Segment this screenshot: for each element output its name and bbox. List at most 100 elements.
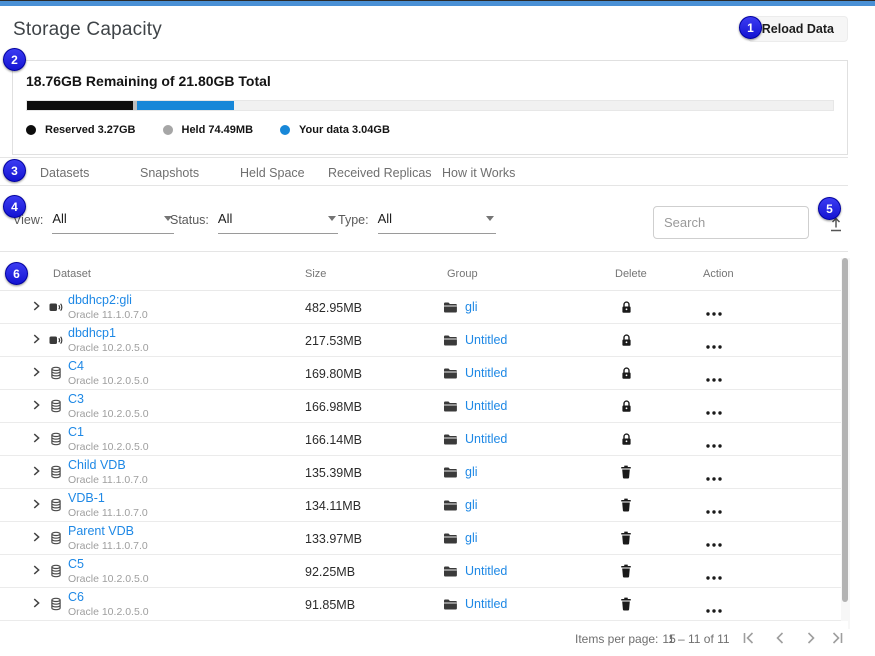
tab-label: Held Space — [240, 166, 305, 180]
filter-bar: View: All Status: All Type: All — [0, 187, 848, 252]
filter-dropdown[interactable]: All — [378, 211, 496, 234]
filter-selected-value: All — [52, 211, 66, 226]
reload-data-button[interactable]: Reload Data — [748, 16, 848, 42]
dataset-type-icon-cell — [48, 431, 64, 447]
expand-row-button[interactable] — [29, 563, 43, 582]
group-name-link[interactable]: gli — [465, 300, 478, 314]
group-cell: gli — [443, 531, 478, 545]
lock-icon — [620, 432, 633, 447]
group-name-link[interactable]: Untitled — [465, 432, 507, 446]
more-horiz-icon — [705, 575, 723, 581]
column-header-dataset: Dataset — [53, 268, 91, 280]
dataset-version: Oracle 10.2.0.5.0 — [68, 442, 149, 453]
more-horiz-icon — [705, 344, 723, 350]
callout-badge-3: 3 — [3, 159, 26, 182]
tab-datasets[interactable]: Datasets — [40, 166, 89, 180]
chevron-right-icon — [29, 530, 43, 544]
expand-row-button[interactable] — [29, 299, 43, 318]
trash-icon[interactable] — [620, 498, 632, 512]
row-actions-button[interactable] — [705, 403, 723, 421]
dataset-type-icon-cell — [48, 530, 64, 546]
group-name-link[interactable]: gli — [465, 465, 478, 479]
more-horiz-icon — [705, 509, 723, 515]
row-actions-button[interactable] — [705, 502, 723, 520]
expand-row-button[interactable] — [29, 431, 43, 450]
capacity-legend: Reserved 3.27GB Held 74.49MB Your data 3… — [26, 124, 834, 136]
group-name-link[interactable]: Untitled — [465, 366, 507, 380]
expand-row-button[interactable] — [29, 464, 43, 483]
database-icon — [48, 497, 64, 513]
expand-row-button[interactable] — [29, 398, 43, 417]
first-page-button[interactable] — [740, 629, 758, 647]
row-actions-button[interactable] — [705, 337, 723, 355]
dataset-name-link[interactable]: C3 — [68, 393, 149, 406]
row-actions-button[interactable] — [705, 568, 723, 586]
group-name-link[interactable]: Untitled — [465, 399, 507, 413]
expand-row-button[interactable] — [29, 530, 43, 549]
tab-received-replicas[interactable]: Received Replicas — [328, 166, 432, 180]
dataset-name-link[interactable]: C5 — [68, 558, 149, 571]
group-name-link[interactable]: gli — [465, 531, 478, 545]
previous-page-button[interactable] — [771, 629, 789, 647]
dataset-name-link[interactable]: VDB-1 — [68, 492, 148, 505]
trash-icon[interactable] — [620, 597, 632, 611]
row-actions-button[interactable] — [705, 469, 723, 487]
dataset-name-link[interactable]: dbdhcp2:gli — [68, 294, 148, 307]
search-input[interactable] — [653, 206, 809, 239]
folder-icon — [443, 466, 458, 479]
dataset-type-icon-cell — [48, 563, 64, 579]
column-header-delete: Delete — [615, 268, 647, 280]
first-page-icon — [740, 629, 758, 647]
legend-item: Reserved 3.27GB — [26, 124, 136, 136]
dataset-name-link[interactable]: C4 — [68, 360, 149, 373]
legend-dot-icon — [163, 125, 173, 135]
filter-label: Status: — [170, 213, 209, 234]
dataset-name-cell: dbdhcp2:gli Oracle 11.1.0.7.0 — [68, 294, 148, 320]
table-header: DatasetSizeGroupDeleteAction — [0, 258, 843, 291]
filter-dropdown[interactable]: All — [52, 211, 174, 234]
dataset-version: Oracle 10.2.0.5.0 — [68, 409, 149, 420]
row-actions-button[interactable] — [705, 535, 723, 553]
trash-icon[interactable] — [620, 531, 632, 545]
row-actions-button[interactable] — [705, 304, 723, 322]
tab-held-space[interactable]: Held Space — [240, 166, 305, 180]
tab-snapshots[interactable]: Snapshots — [140, 166, 199, 180]
table-row: C3 Oracle 10.2.0.5.0 166.98MB Untitled — [0, 390, 843, 423]
dataset-name-cell: C4 Oracle 10.2.0.5.0 — [68, 360, 149, 386]
next-page-button[interactable] — [802, 629, 820, 647]
more-horiz-icon — [705, 542, 723, 548]
dataset-name-link[interactable]: Child VDB — [68, 459, 148, 472]
expand-row-button[interactable] — [29, 365, 43, 384]
dataset-name-link[interactable]: dbdhcp1 — [68, 327, 149, 340]
row-actions-button[interactable] — [705, 370, 723, 388]
dataset-name-link[interactable]: C1 — [68, 426, 149, 439]
row-actions-button[interactable] — [705, 601, 723, 619]
group-cell: Untitled — [443, 432, 507, 446]
dataset-type-icon-cell — [48, 464, 64, 480]
page-range-label: 1 – 11 of 11 — [668, 632, 730, 646]
last-page-icon — [828, 629, 846, 647]
tab-how-it-works[interactable]: How it Works — [442, 166, 515, 180]
filter-dropdown[interactable]: All — [218, 211, 338, 234]
folder-icon — [443, 532, 458, 545]
group-name-link[interactable]: Untitled — [465, 597, 507, 611]
dataset-name-link[interactable]: C6 — [68, 591, 149, 604]
expand-row-button[interactable] — [29, 332, 43, 351]
row-actions-button[interactable] — [705, 436, 723, 454]
expand-row-button[interactable] — [29, 497, 43, 516]
filter-status: Status: All — [170, 211, 338, 234]
table-scrollbar-thumb[interactable] — [842, 258, 848, 602]
database-icon — [48, 530, 64, 546]
group-name-link[interactable]: Untitled — [465, 564, 507, 578]
trash-icon[interactable] — [620, 564, 632, 578]
last-page-button[interactable] — [828, 629, 846, 647]
trash-icon[interactable] — [620, 465, 632, 479]
more-horiz-icon — [705, 608, 723, 614]
group-name-link[interactable]: gli — [465, 498, 478, 512]
dataset-version: Oracle 10.2.0.5.0 — [68, 376, 149, 387]
table-row: dbdhcp2:gli Oracle 11.1.0.7.0 482.95MB g… — [0, 291, 843, 324]
group-name-link[interactable]: Untitled — [465, 333, 507, 347]
dataset-name-link[interactable]: Parent VDB — [68, 525, 148, 538]
expand-row-button[interactable] — [29, 596, 43, 615]
chevron-left-icon — [771, 629, 789, 647]
